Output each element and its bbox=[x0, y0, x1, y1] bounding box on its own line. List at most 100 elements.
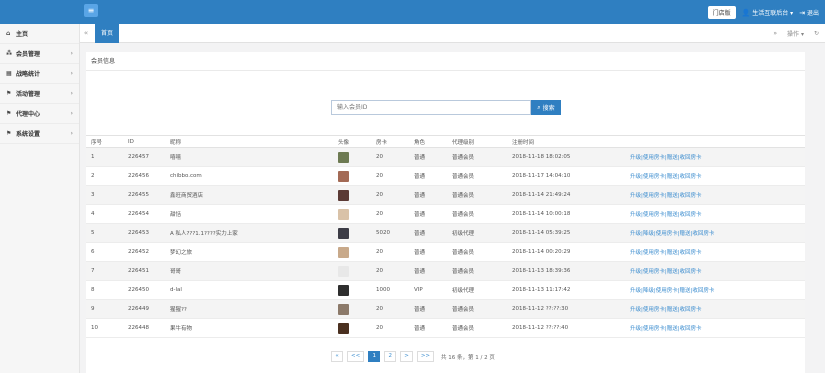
cell-role: 普通 bbox=[414, 204, 452, 224]
user-icon: 👤 bbox=[741, 8, 751, 17]
chart-icon: ▦ bbox=[6, 70, 12, 77]
avatar bbox=[338, 189, 349, 201]
tab-home[interactable]: 首页 bbox=[95, 23, 120, 43]
cell-avatar bbox=[338, 242, 376, 262]
chevron-right-icon: › bbox=[70, 90, 73, 97]
cell-card: 20 bbox=[376, 242, 414, 262]
cell-level: 普通会员 bbox=[452, 147, 512, 167]
store-button[interactable]: 门店版 bbox=[707, 5, 736, 19]
cell-op[interactable]: 升级|使用房卡|赠送|收回房卡 bbox=[630, 242, 805, 262]
table-row: 10 226448 果牛有物 20 普通 普通会员 2018-11-12 ??:??:40 升… bbox=[86, 318, 805, 338]
next-page-button[interactable]: > bbox=[400, 351, 413, 362]
cell-nick: 嘻嘻 bbox=[170, 147, 338, 167]
tab-scroll-right-icon[interactable]: » bbox=[773, 30, 777, 37]
page-button-1[interactable]: 1 bbox=[368, 351, 381, 362]
cell-no: 9 bbox=[86, 299, 128, 319]
column-header: 角色 bbox=[414, 135, 452, 148]
tab-scroll-left-icon[interactable]: « bbox=[80, 29, 92, 37]
refresh-icon[interactable]: ↻ bbox=[814, 30, 819, 37]
table-row: 7 226451 哥哥 20 普通 普通会员 2018-11-13 18:39:36 升级|使… bbox=[86, 261, 805, 281]
cell-avatar bbox=[338, 185, 376, 205]
cell-op[interactable]: 升级|使用房卡|赠送|收回房卡 bbox=[630, 299, 805, 319]
top-right-actions: 门店版 👤 生活互联后台 ▾ ⇥ 退出 bbox=[707, 0, 819, 24]
cell-avatar bbox=[338, 318, 376, 338]
sidebar-item-activities[interactable]: ⚑ 活动管理 › bbox=[0, 84, 79, 104]
avatar bbox=[338, 208, 349, 220]
first-page-button[interactable]: « bbox=[331, 351, 343, 362]
cell-role: 普通 bbox=[414, 261, 452, 281]
sidebar-item-members[interactable]: ⁂ 会员管理 › bbox=[0, 44, 79, 64]
cell-card: 1000 bbox=[376, 280, 414, 300]
sidebar-item-settings[interactable]: ⚑ 系统设置 › bbox=[0, 124, 79, 144]
pagination-info: 共 16 条，第 1 / 2 页 bbox=[441, 354, 495, 361]
tab-bar-actions: » 操作 ▾ ↻ bbox=[773, 29, 825, 38]
cell-time: 2018-11-14 05:39:25 bbox=[512, 223, 630, 243]
cell-id: 226449 bbox=[128, 299, 170, 319]
logout-link[interactable]: ⇥ 退出 bbox=[799, 8, 819, 17]
cell-no: 2 bbox=[86, 166, 128, 186]
flag-icon: ⚑ bbox=[6, 110, 12, 117]
table-row: 5 226453 A 私人???1.1????实力上家 5020 普通 初级代理 2018-… bbox=[86, 223, 805, 243]
cell-id: 226450 bbox=[128, 280, 170, 300]
avatar bbox=[338, 284, 349, 296]
sidebar-item-label: 会员管理 bbox=[16, 51, 41, 58]
cell-level: 初级代理 bbox=[452, 280, 512, 300]
sidebar-item-label: 主页 bbox=[16, 31, 29, 38]
last-page-button[interactable]: >> bbox=[416, 351, 435, 362]
cell-op[interactable]: 升级|使用房卡|赠送|收回房卡 bbox=[630, 261, 805, 281]
cell-id: 226455 bbox=[128, 185, 170, 205]
sidebar: ⌂ 主页 ⁂ 会员管理 › ▦ 战略统计 › ⚑ 活动管理 › ⚑ 代理中心 ›… bbox=[0, 24, 80, 373]
cell-nick: 梦幻之旅 bbox=[170, 242, 338, 262]
cell-nick: 哥哥 bbox=[170, 261, 338, 281]
cell-no: 10 bbox=[86, 318, 128, 338]
cell-op[interactable]: 升级|使用房卡|赠送|收回房卡 bbox=[630, 185, 805, 205]
cell-op[interactable]: 升级|使用房卡|赠送|收回房卡 bbox=[630, 166, 805, 186]
table-row: 4 226454 甜恬 20 普通 普通会员 2018-11-14 10:00:18 升级|使… bbox=[86, 204, 805, 224]
sidebar-item-label: 系统设置 bbox=[16, 131, 41, 138]
cell-op[interactable]: 升级|使用房卡|赠送|收回房卡 bbox=[630, 204, 805, 224]
cell-no: 6 bbox=[86, 242, 128, 262]
panel-title: 会员信息 bbox=[86, 52, 805, 71]
users-icon: ⁂ bbox=[6, 50, 13, 57]
column-header: 房卡 bbox=[376, 135, 414, 148]
cell-nick: 鑫旺商贸酒店 bbox=[170, 185, 338, 205]
prev-page-button[interactable]: << bbox=[347, 351, 365, 362]
cell-time: 2018-11-13 18:39:36 bbox=[512, 261, 630, 281]
cell-level: 普通会员 bbox=[452, 318, 512, 338]
page-button-2[interactable]: 2 bbox=[384, 351, 397, 362]
chevron-right-icon: › bbox=[70, 70, 73, 77]
home-icon: ⌂ bbox=[6, 30, 11, 37]
search-input[interactable] bbox=[331, 100, 531, 115]
chevron-right-icon: › bbox=[70, 130, 73, 137]
tab-ops-menu[interactable]: 操作 ▾ bbox=[787, 29, 804, 38]
cell-time: 2018-11-17 14:04:10 bbox=[512, 166, 630, 186]
search-button[interactable]: ⌕ 搜索 bbox=[531, 100, 561, 115]
search-button-label: 搜索 bbox=[542, 105, 555, 112]
cell-op[interactable]: 升级|使用房卡|赠送|收回房卡 bbox=[630, 318, 805, 338]
member-panel: 会员信息 ⌕ 搜索 序号ID昵称头像房卡角色代理级别注册时间 1226457嘻嘻… bbox=[86, 52, 805, 373]
tab-bar: « 首页 » 操作 ▾ ↻ bbox=[80, 23, 825, 43]
cell-no: 3 bbox=[86, 185, 128, 205]
cell-no: 4 bbox=[86, 204, 128, 224]
user-menu[interactable]: 👤 生活互联后台 ▾ bbox=[742, 8, 794, 17]
sidebar-item-agents[interactable]: ⚑ 代理中心 › bbox=[0, 104, 79, 124]
cell-op[interactable]: 升级|使用房卡|赠送|收回房卡 bbox=[630, 147, 805, 167]
hamburger-icon[interactable]: ≡ bbox=[84, 4, 98, 17]
cell-avatar bbox=[338, 166, 376, 186]
column-header: 序号 bbox=[86, 135, 128, 148]
sidebar-item-home[interactable]: ⌂ 主页 bbox=[0, 24, 79, 44]
flag-icon: ⚑ bbox=[6, 90, 12, 97]
search-bar: ⌕ 搜索 bbox=[331, 100, 561, 115]
cell-card: 20 bbox=[376, 318, 414, 338]
column-header: 昵称 bbox=[170, 135, 338, 148]
cell-nick: chibbo.com bbox=[170, 166, 338, 186]
cell-op[interactable]: 升级|降级|使用房卡|赠送|收回房卡 bbox=[630, 280, 805, 300]
cell-time: 2018-11-12 ??:??:40 bbox=[512, 318, 630, 338]
sidebar-item-label: 战略统计 bbox=[16, 71, 41, 78]
cell-nick: 猩猩?? bbox=[170, 299, 338, 319]
sidebar-item-statistics[interactable]: ▦ 战略统计 › bbox=[0, 64, 79, 84]
cell-no: 5 bbox=[86, 223, 128, 243]
cell-op[interactable]: 升级|降级|使用房卡|赠送|收回房卡 bbox=[630, 223, 805, 243]
cell-nick: d-lal bbox=[170, 280, 338, 300]
cell-level: 普通会员 bbox=[452, 242, 512, 262]
